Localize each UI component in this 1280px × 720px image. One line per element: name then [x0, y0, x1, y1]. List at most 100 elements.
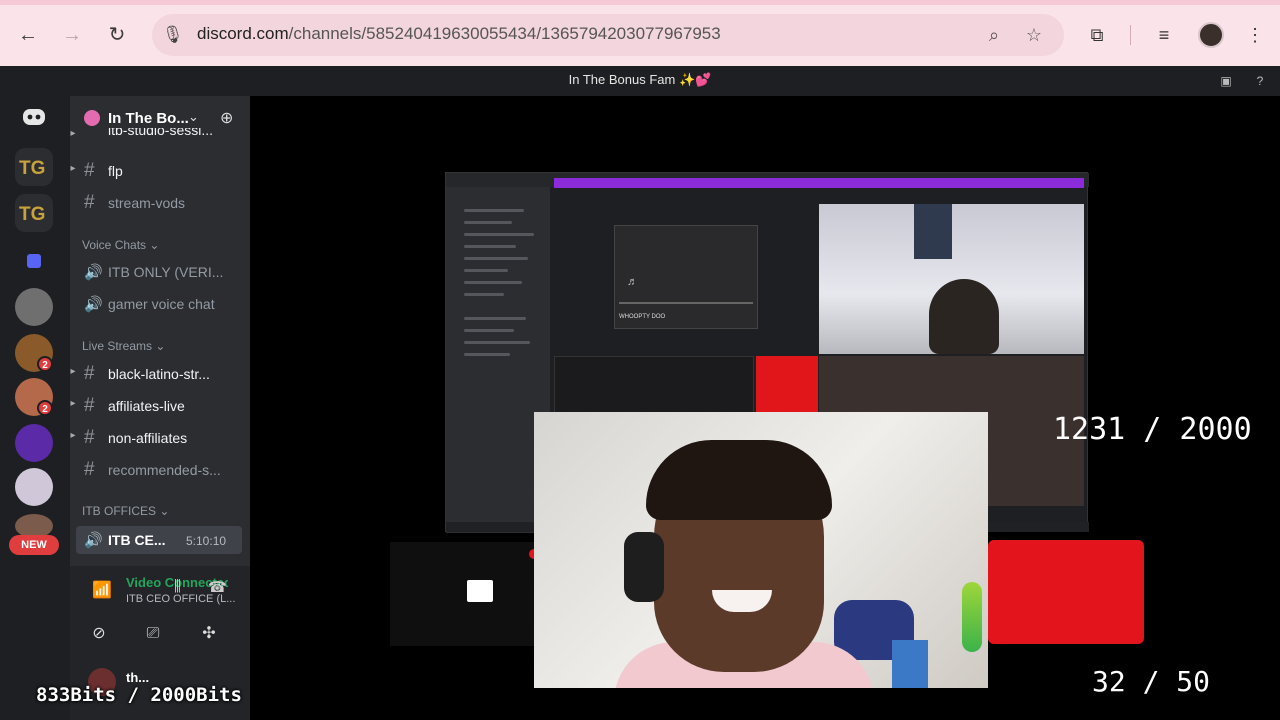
shared-red-block — [756, 356, 818, 412]
channel-item[interactable]: ▸ # flp — [70, 157, 250, 185]
shared-line — [464, 329, 514, 332]
server-tg-icon[interactable]: TG — [15, 148, 53, 186]
noise-suppression-icon[interactable]: ⫼ — [174, 578, 181, 595]
channel-item[interactable]: ▸ itb-studio-sessi... — [70, 128, 250, 146]
discord-home-icon[interactable] — [15, 98, 53, 136]
server-avatar-5[interactable] — [15, 468, 53, 506]
chevron-right-icon: ▸ — [70, 128, 76, 139]
username: th... — [126, 670, 150, 685]
cast-icon[interactable]: ⧉ — [1084, 22, 1110, 48]
channel-item[interactable]: ▸ # black-latino-str... — [70, 360, 250, 388]
help-icon[interactable]: ? — [1253, 74, 1267, 88]
star-icon[interactable]: ☆ — [1023, 24, 1045, 46]
voice-connection-panel: 📶 Video Connected ITB CEO OFFICE (L... ⫼… — [70, 566, 250, 656]
shared-line — [464, 221, 512, 224]
channel-item[interactable]: ▸ # non-affiliates — [70, 424, 250, 452]
mic-icon[interactable]: 🎙 — [162, 20, 184, 50]
unread-badge: 2 — [37, 400, 53, 416]
channel-name: affiliates-live — [108, 398, 185, 414]
chevron-down-icon: ⌄ — [188, 109, 199, 124]
shared-line — [464, 245, 516, 248]
camera-off-icon[interactable]: ⊘ — [84, 622, 114, 646]
headset — [624, 532, 664, 602]
channel-name: itb-studio-sessi... — [108, 128, 214, 138]
server-tg2-icon[interactable]: TG — [15, 194, 53, 232]
shared-line — [464, 257, 528, 260]
channel-sidebar: In The Bo... ⌄ ⊕ ▸ itb-studio-sessi... ▸… — [70, 96, 250, 720]
media-icon[interactable]: ≡ — [1151, 22, 1177, 48]
discord-titlebar: In The Bonus Fam ✨💕 ▣ ? — [0, 66, 1280, 96]
unread-badge: 2 — [37, 356, 53, 372]
hash-icon: # — [84, 192, 95, 213]
voice-channel-item[interactable]: 🔊 ITB ONLY (VERI... — [70, 258, 250, 286]
signal-icon[interactable]: 📶 — [92, 580, 112, 600]
server-avatar-1[interactable] — [15, 288, 53, 326]
box — [892, 640, 928, 688]
activities-icon[interactable]: ✣ — [194, 622, 224, 646]
channel-name: stream-vods — [108, 195, 186, 211]
category-label: Voice Chats — [82, 238, 147, 252]
shared-webcam — [819, 204, 1084, 354]
channel-name: flp — [108, 163, 123, 179]
category-voice[interactable]: Voice Chats ⌄ — [82, 238, 159, 252]
hash-icon: # — [84, 427, 95, 448]
category-live[interactable]: Live Streams ⌄ — [82, 339, 165, 353]
lava-lamp — [962, 582, 982, 652]
webcam-tile[interactable] — [534, 412, 988, 688]
shared-line — [464, 281, 522, 284]
screen-share-icon[interactable]: ⎚ — [138, 622, 168, 646]
speaker-icon: 🔊 — [84, 264, 103, 281]
voice-channel-item[interactable]: 🔊 gamer voice chat — [70, 290, 250, 318]
shared-track-title: WHOOPTY DOO — [619, 314, 666, 320]
folder-icon[interactable] — [15, 242, 53, 280]
channel-item[interactable]: # stream-vods — [70, 189, 250, 217]
chevron-right-icon: ▸ — [70, 398, 76, 409]
server-avatar-4[interactable] — [15, 424, 53, 462]
active-voice-channel[interactable]: 🔊 ITB CE... 5:10:10 — [76, 526, 242, 554]
channel-item[interactable]: ▸ # affiliates-live — [70, 392, 250, 420]
forward-icon[interactable]: → — [59, 22, 85, 48]
channel-name: recommended-s... — [108, 462, 221, 478]
chevron-right-icon: ▸ — [70, 163, 76, 174]
new-unreads-pill[interactable]: NEW — [9, 535, 59, 555]
channel-item[interactable]: # recommended-s... — [70, 456, 250, 484]
menu-icon[interactable]: ⋮ — [1242, 22, 1268, 48]
call-timer: 5:10:10 — [186, 534, 227, 548]
tab-strip — [0, 0, 1280, 5]
guild-boost-icon — [84, 110, 100, 126]
bits-counter: 833Bits / 2000Bits — [36, 684, 242, 706]
inbox-icon[interactable]: ▣ — [1219, 74, 1233, 88]
chevron-right-icon: ▸ — [70, 366, 76, 377]
shared-progress-bar — [619, 302, 753, 304]
music-note-icon: ♬ — [627, 276, 638, 288]
add-member-icon[interactable]: ⊕ — [220, 108, 233, 128]
shared-line — [464, 353, 510, 356]
category-offices[interactable]: ITB OFFICES ⌄ — [82, 504, 169, 518]
monitor-icon — [467, 580, 493, 602]
url-text[interactable]: discord.com/channels/585240419630055434/… — [197, 24, 721, 44]
shared-notice-bar — [554, 178, 1084, 188]
shared-line — [464, 209, 524, 212]
speaker-icon: 🔊 — [84, 532, 103, 549]
server-title: In The Bonus Fam ✨💕 — [568, 72, 712, 87]
shared-line — [464, 341, 530, 344]
toolbar-divider — [1130, 25, 1131, 45]
reload-icon[interactable]: ↻ — [104, 22, 130, 48]
profile-avatar[interactable] — [1198, 22, 1224, 48]
red-tile[interactable] — [988, 540, 1144, 644]
zoom-icon[interactable]: ⌕ — [983, 24, 1005, 46]
hash-icon: # — [84, 363, 95, 384]
goal-counter: 1231 / 2000 — [1053, 412, 1252, 447]
channel-name: ITB ONLY (VERI... — [108, 264, 224, 280]
shared-line — [464, 269, 508, 272]
disconnect-icon[interactable]: ☎ — [208, 578, 227, 596]
shared-line — [464, 233, 534, 236]
speaker-icon: 🔊 — [84, 296, 103, 313]
hash-icon: # — [84, 160, 95, 181]
back-icon[interactable]: ← — [15, 22, 41, 48]
chevron-right-icon: ▸ — [70, 430, 76, 441]
shared-line — [464, 317, 526, 320]
hash-icon: # — [84, 459, 95, 480]
svg-text:TG: TG — [19, 158, 45, 179]
hash-icon: # — [84, 395, 95, 416]
